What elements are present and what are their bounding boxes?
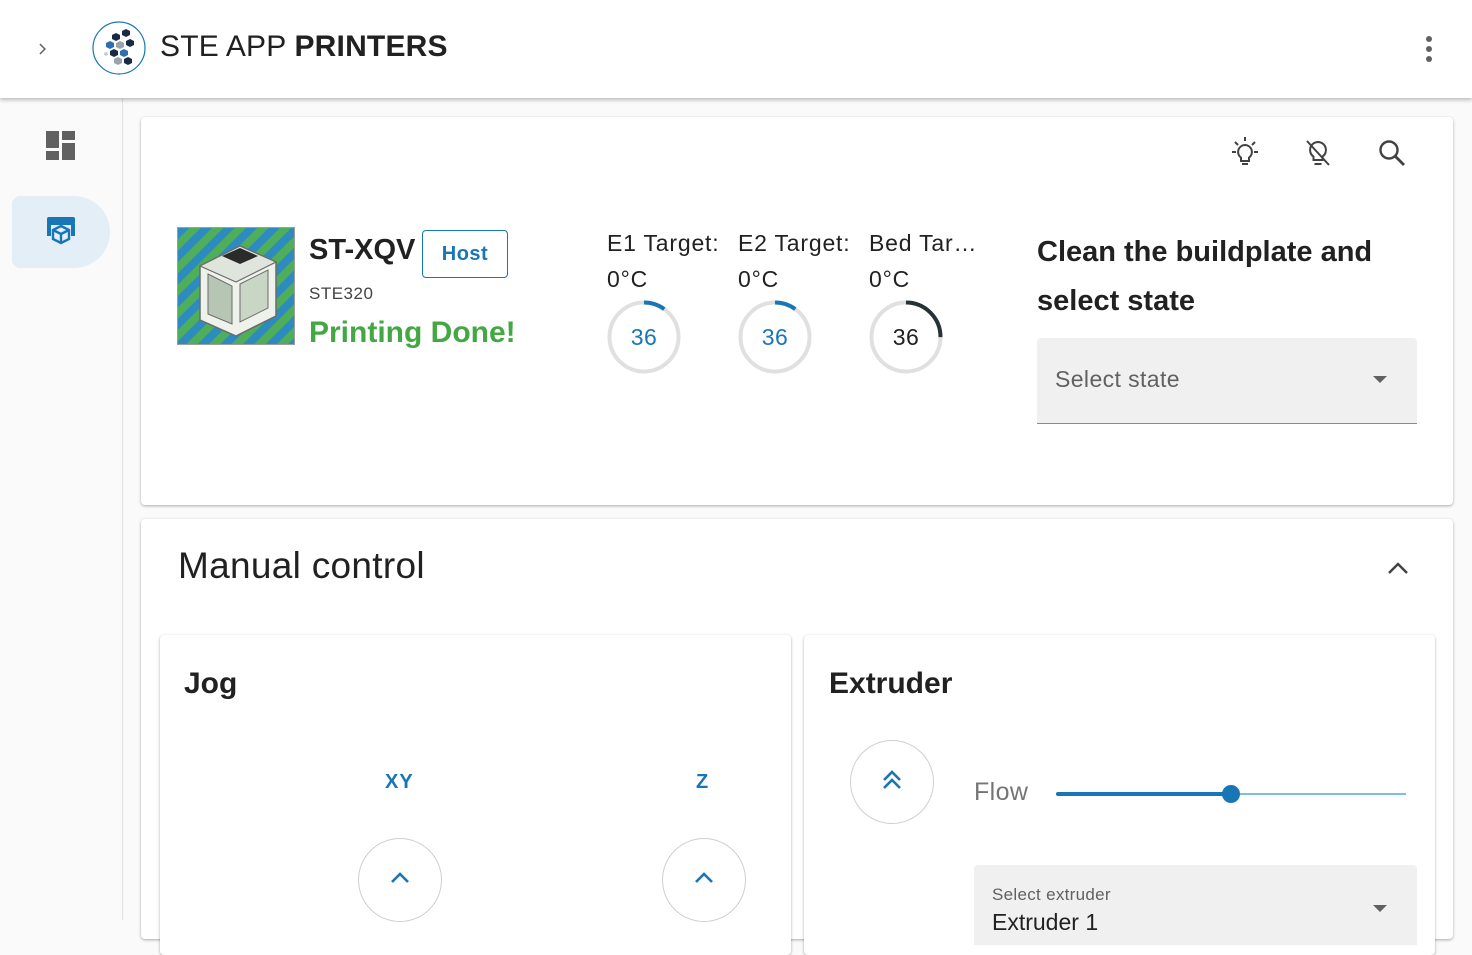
temp-e2-current: 36 bbox=[761, 323, 789, 350]
jog-xy-up-button[interactable] bbox=[358, 838, 442, 922]
temp-e1-label: E1 Target: bbox=[607, 230, 720, 256]
temp-e1-target: 0°C bbox=[607, 266, 648, 292]
temp-bed: Bed Tar… 0°C bbox=[869, 230, 977, 293]
lightbulb-off-icon[interactable] bbox=[1296, 131, 1340, 175]
printer-thumbnail bbox=[177, 227, 295, 345]
chevron-up-icon bbox=[693, 871, 715, 890]
temp-e1-current: 36 bbox=[630, 323, 658, 350]
jog-z-up-button[interactable] bbox=[662, 838, 746, 922]
temp-e1: E1 Target: 0°C bbox=[607, 230, 727, 293]
flow-label: Flow bbox=[974, 778, 1029, 806]
app-header: STE APP PRINTERS bbox=[0, 0, 1472, 98]
jog-xy-label: XY bbox=[385, 771, 414, 793]
flow-slider-thumb[interactable] bbox=[1222, 785, 1240, 803]
temp-bed-label: Bed Tar… bbox=[869, 230, 977, 256]
search-icon[interactable] bbox=[1370, 131, 1414, 175]
app-title: STE APP PRINTERS bbox=[160, 30, 448, 64]
printer-name: ST-XQV bbox=[309, 234, 416, 266]
jog-z-label: Z bbox=[696, 771, 710, 793]
host-badge[interactable]: Host bbox=[422, 230, 508, 278]
sidebar bbox=[0, 98, 123, 920]
state-select-placeholder: Select state bbox=[1055, 366, 1180, 392]
hexagon-logo-icon bbox=[92, 21, 146, 75]
app-title-suffix: PRINTERS bbox=[294, 30, 448, 63]
dropdown-arrow-icon bbox=[1373, 376, 1387, 383]
manual-control-title: Manual control bbox=[178, 545, 425, 586]
chevron-up-icon[interactable] bbox=[1378, 548, 1418, 588]
temp-bed-gauge: 36 bbox=[868, 299, 944, 375]
flow-slider[interactable] bbox=[1056, 782, 1406, 806]
flow-slider-track bbox=[1056, 792, 1231, 796]
extruder-select-value: Extruder 1 bbox=[992, 909, 1099, 935]
temp-e1-gauge: 36 bbox=[606, 299, 682, 375]
temp-e2-gauge: 36 bbox=[737, 299, 813, 375]
chevron-up-icon bbox=[389, 871, 411, 890]
dropdown-arrow-icon bbox=[1373, 905, 1387, 912]
lightbulb-on-icon[interactable] bbox=[1223, 131, 1267, 175]
temp-e2-label: E2 Target: bbox=[738, 230, 851, 256]
temp-bed-target: 0°C bbox=[869, 266, 910, 292]
app-title-prefix: STE APP bbox=[160, 30, 295, 63]
printer-status: Printing Done! bbox=[309, 316, 516, 349]
extrude-up-button[interactable] bbox=[850, 740, 934, 824]
more-vert-icon[interactable] bbox=[1414, 32, 1444, 66]
temp-e2: E2 Target: 0°C bbox=[738, 230, 858, 293]
state-instruction: Clean the buildplate and select state bbox=[1037, 236, 1373, 317]
printer-model: STE320 bbox=[309, 284, 374, 303]
double-chevron-up-icon bbox=[880, 768, 904, 797]
state-select[interactable]: Select state bbox=[1037, 338, 1417, 424]
printer-icon bbox=[44, 213, 78, 252]
chevron-right-icon[interactable] bbox=[28, 34, 58, 64]
sidebar-item-printers[interactable] bbox=[12, 196, 110, 268]
temp-e2-target: 0°C bbox=[738, 266, 779, 292]
extruder-select[interactable]: Select extruder Extruder 1 bbox=[974, 865, 1417, 945]
extruder-select-label: Select extruder bbox=[992, 885, 1111, 904]
extruder-title: Extruder bbox=[829, 667, 953, 700]
temp-bed-current: 36 bbox=[892, 323, 920, 350]
sidebar-item-dashboard[interactable] bbox=[12, 112, 110, 184]
dashboard-icon bbox=[46, 130, 76, 166]
jog-title: Jog bbox=[184, 667, 238, 700]
